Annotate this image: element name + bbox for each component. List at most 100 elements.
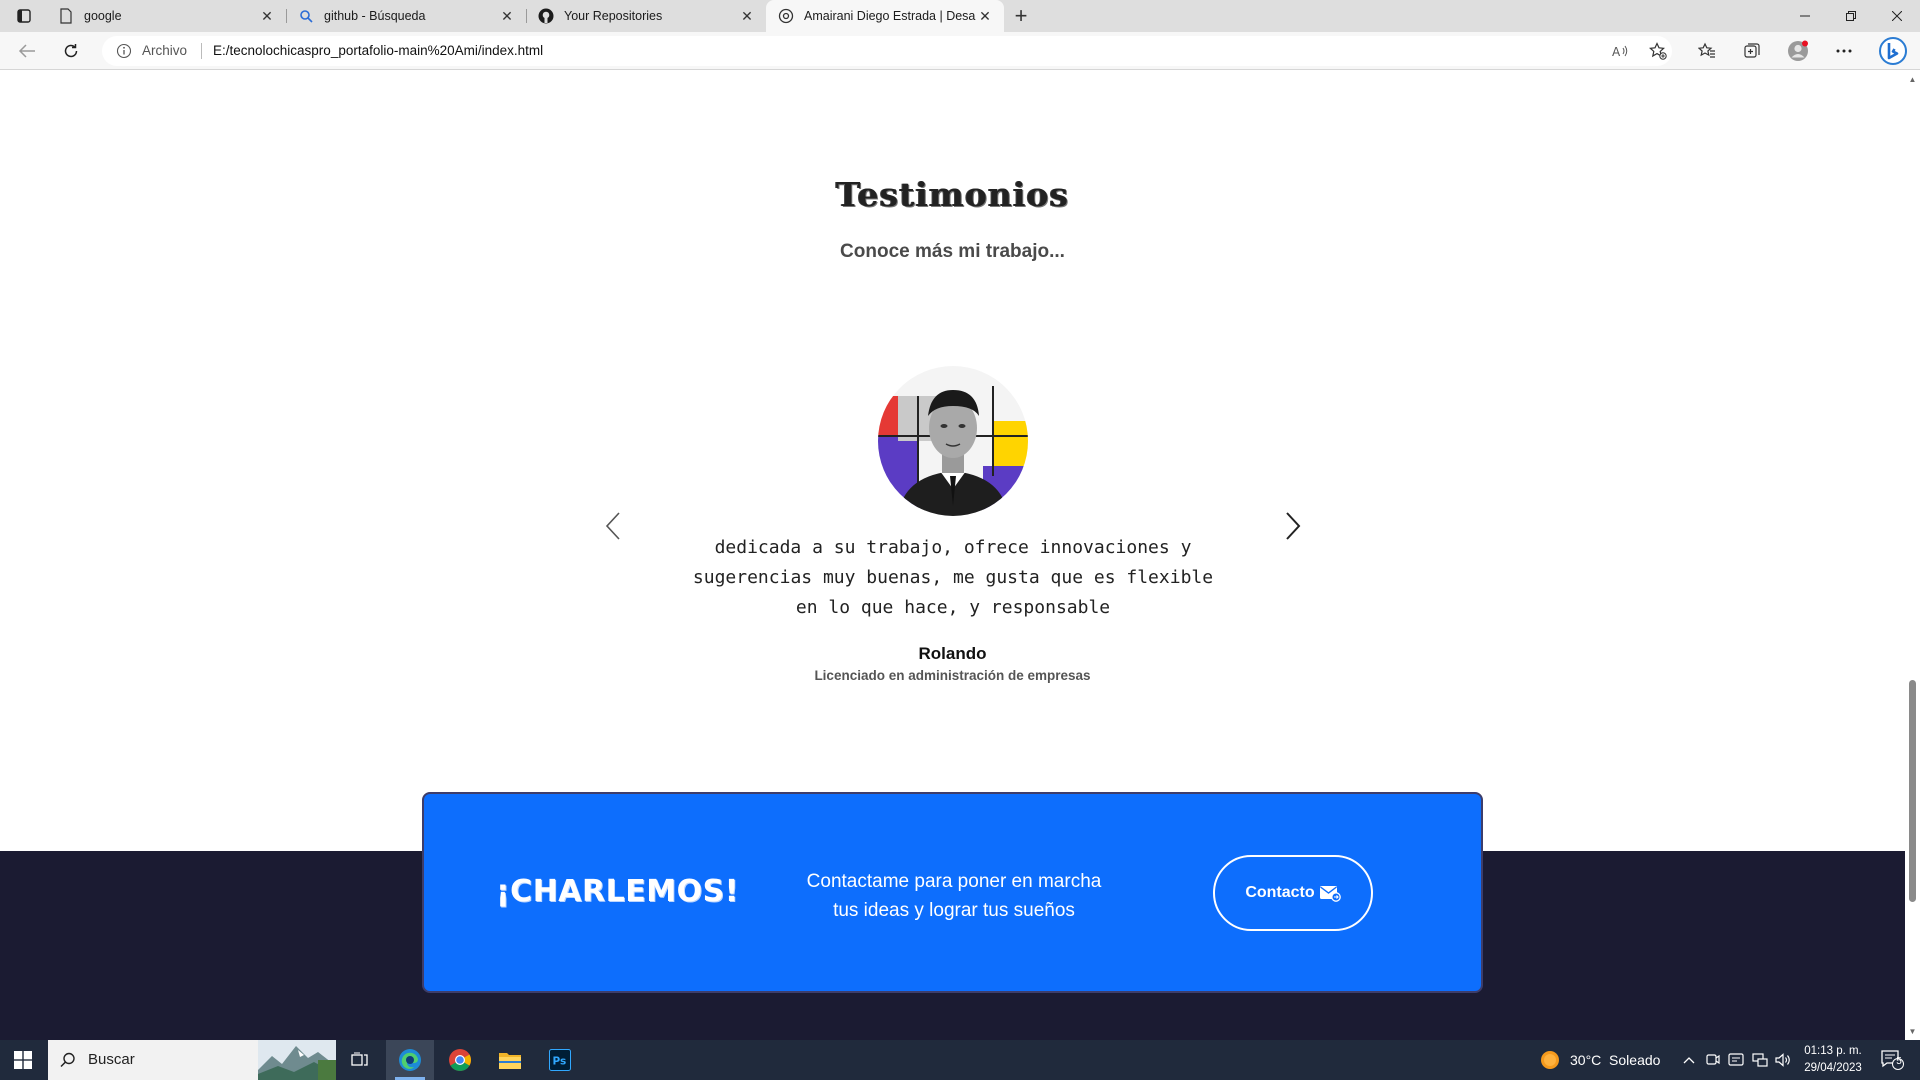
settings-menu-button[interactable] bbox=[1829, 37, 1859, 65]
tab-label: Amairani Diego Estrada | Desarro bbox=[804, 9, 976, 23]
scroll-thumb[interactable] bbox=[1909, 680, 1916, 902]
message-icon bbox=[1728, 1053, 1744, 1066]
action-center-button[interactable]: 5 bbox=[1880, 1040, 1904, 1080]
close-icon[interactable]: ✕ bbox=[258, 7, 276, 25]
testimonials-subtitle: Conoce más mi trabajo... bbox=[840, 241, 1065, 262]
task-view-button[interactable] bbox=[336, 1040, 384, 1080]
volume-button[interactable] bbox=[1775, 1040, 1791, 1080]
page-viewport: Testimonios Conoce más mi trabajo... ded… bbox=[0, 71, 1905, 1040]
close-icon[interactable]: ✕ bbox=[738, 7, 756, 25]
page-scrollbar[interactable]: ▲ ▼ bbox=[1905, 71, 1920, 1040]
photoshop-icon: Ps bbox=[549, 1049, 571, 1071]
svg-text:A: A bbox=[1612, 45, 1621, 59]
network-icon bbox=[1752, 1053, 1768, 1067]
avatar-icon bbox=[1788, 40, 1808, 61]
testimonial-avatar bbox=[878, 366, 1028, 516]
tab-your-repositories[interactable]: Your Repositories ✕ bbox=[526, 0, 766, 32]
cta-text-line: tus ideas y lograr tus sueños bbox=[833, 900, 1075, 921]
notification-count: 5 bbox=[1896, 1056, 1902, 1067]
quote-line: dedicada a su trabajo, ofrece innovacion… bbox=[714, 537, 1192, 558]
testimonials-title: Testimonios bbox=[835, 175, 1070, 214]
scroll-up-icon[interactable]: ▲ bbox=[1908, 75, 1917, 84]
show-hidden-icons-button[interactable] bbox=[1683, 1040, 1695, 1080]
minimize-icon bbox=[1800, 15, 1810, 17]
clock-time: 01:13 p. m. bbox=[1804, 1045, 1862, 1057]
restore-button[interactable] bbox=[1828, 0, 1874, 32]
camera-icon bbox=[1706, 1054, 1720, 1065]
meet-now-button[interactable] bbox=[1706, 1040, 1720, 1080]
tab-actions-icon bbox=[17, 9, 31, 23]
folder-icon bbox=[499, 1053, 521, 1069]
page-icon bbox=[58, 8, 74, 24]
favorites-button[interactable] bbox=[1692, 37, 1722, 65]
speaker-icon bbox=[1775, 1053, 1790, 1067]
taskbar-clock[interactable]: 01:13 p. m. 29/04/2023 bbox=[1796, 1043, 1870, 1077]
carousel-next-button[interactable] bbox=[1278, 506, 1308, 546]
close-icon[interactable]: ✕ bbox=[976, 7, 994, 25]
new-tab-button[interactable]: + bbox=[1008, 3, 1034, 28]
edge-taskbar-app[interactable] bbox=[386, 1040, 434, 1080]
profile-button[interactable] bbox=[1783, 37, 1813, 65]
tab-actions-button[interactable] bbox=[8, 4, 40, 28]
tab-label: google bbox=[84, 9, 122, 23]
screen: google ✕ github - Búsqueda ✕ Your Reposi… bbox=[0, 0, 1920, 1080]
contact-banner: ¡CHARLEMOS! Contactame para poner en mar… bbox=[422, 792, 1483, 993]
chrome-icon bbox=[449, 1049, 471, 1071]
search-placeholder: Buscar bbox=[88, 1051, 135, 1068]
weather-widget[interactable]: 30°C Soleado bbox=[1540, 1040, 1660, 1080]
info-icon bbox=[116, 43, 132, 59]
star-add-icon bbox=[1649, 42, 1667, 60]
close-window-button[interactable] bbox=[1874, 0, 1920, 32]
collections-icon bbox=[1744, 43, 1760, 58]
address-bar[interactable]: Archivo E:/tecnolochicaspro_portafolio-m… bbox=[102, 36, 1672, 66]
mail-icon bbox=[1319, 886, 1341, 902]
chrome-taskbar-app[interactable] bbox=[436, 1040, 484, 1080]
cta-text-line: Contactame para poner en marcha bbox=[806, 871, 1102, 892]
carousel-prev-button[interactable] bbox=[598, 506, 628, 546]
svg-text:Ps: Ps bbox=[553, 1056, 567, 1068]
address-divider bbox=[201, 43, 202, 59]
windows-logo-icon bbox=[14, 1051, 32, 1069]
quote-line: en lo que hace, y responsable bbox=[795, 597, 1111, 618]
file-explorer-taskbar-app[interactable] bbox=[486, 1040, 534, 1080]
start-button[interactable] bbox=[0, 1040, 46, 1080]
testimonial-author: Rolando bbox=[918, 644, 987, 663]
github-icon bbox=[538, 8, 554, 24]
tab-label: Your Repositories bbox=[564, 9, 663, 23]
minimize-button[interactable] bbox=[1782, 0, 1828, 32]
back-button[interactable] bbox=[12, 37, 42, 65]
close-icon[interactable]: ✕ bbox=[498, 7, 516, 25]
tab-google[interactable]: google ✕ bbox=[46, 0, 286, 32]
collections-button[interactable] bbox=[1737, 37, 1767, 65]
tab-portfolio-active[interactable]: Amairani Diego Estrada | Desarro ✕ bbox=[766, 0, 1004, 32]
weather-text: 30°C Soleado bbox=[1570, 1052, 1661, 1068]
scroll-down-icon[interactable]: ▼ bbox=[1908, 1027, 1917, 1036]
read-aloud-button[interactable]: A bbox=[1606, 37, 1636, 65]
network-button[interactable] bbox=[1752, 1040, 1768, 1080]
more-dots-icon bbox=[1836, 49, 1852, 53]
notification-center-button[interactable] bbox=[1728, 1040, 1744, 1080]
bing-icon bbox=[1879, 37, 1907, 65]
tab-github-search[interactable]: github - Búsqueda ✕ bbox=[286, 0, 526, 32]
contact-button[interactable]: Contacto bbox=[1213, 855, 1373, 931]
add-favorite-button[interactable] bbox=[1643, 37, 1673, 65]
contact-button-label: Contacto bbox=[1245, 884, 1315, 901]
refresh-icon bbox=[64, 44, 78, 58]
refresh-button[interactable] bbox=[56, 37, 86, 65]
chevron-up-icon bbox=[1683, 1057, 1695, 1064]
close-icon bbox=[1892, 11, 1902, 21]
edge-icon bbox=[399, 1049, 421, 1071]
task-view-icon bbox=[351, 1052, 368, 1066]
browser-toolbar: Archivo E:/tecnolochicaspro_portafolio-m… bbox=[0, 32, 1920, 70]
site-icon bbox=[778, 8, 794, 24]
bing-chat-button[interactable] bbox=[1876, 36, 1910, 66]
tab-label: github - Búsqueda bbox=[324, 9, 426, 23]
search-icon bbox=[298, 8, 314, 24]
tab-strip: google ✕ github - Búsqueda ✕ Your Reposi… bbox=[0, 0, 1920, 32]
testimonial-quote: dedicada a su trabajo, ofrece innovacion… bbox=[680, 533, 1226, 623]
taskbar-search[interactable]: Buscar bbox=[48, 1040, 336, 1080]
chevron-left-icon bbox=[605, 512, 620, 540]
url-text[interactable]: E:/tecnolochicaspro_portafolio-main%20Am… bbox=[213, 43, 543, 58]
photoshop-taskbar-app[interactable]: Ps bbox=[536, 1040, 584, 1080]
read-aloud-icon: A bbox=[1612, 45, 1628, 59]
